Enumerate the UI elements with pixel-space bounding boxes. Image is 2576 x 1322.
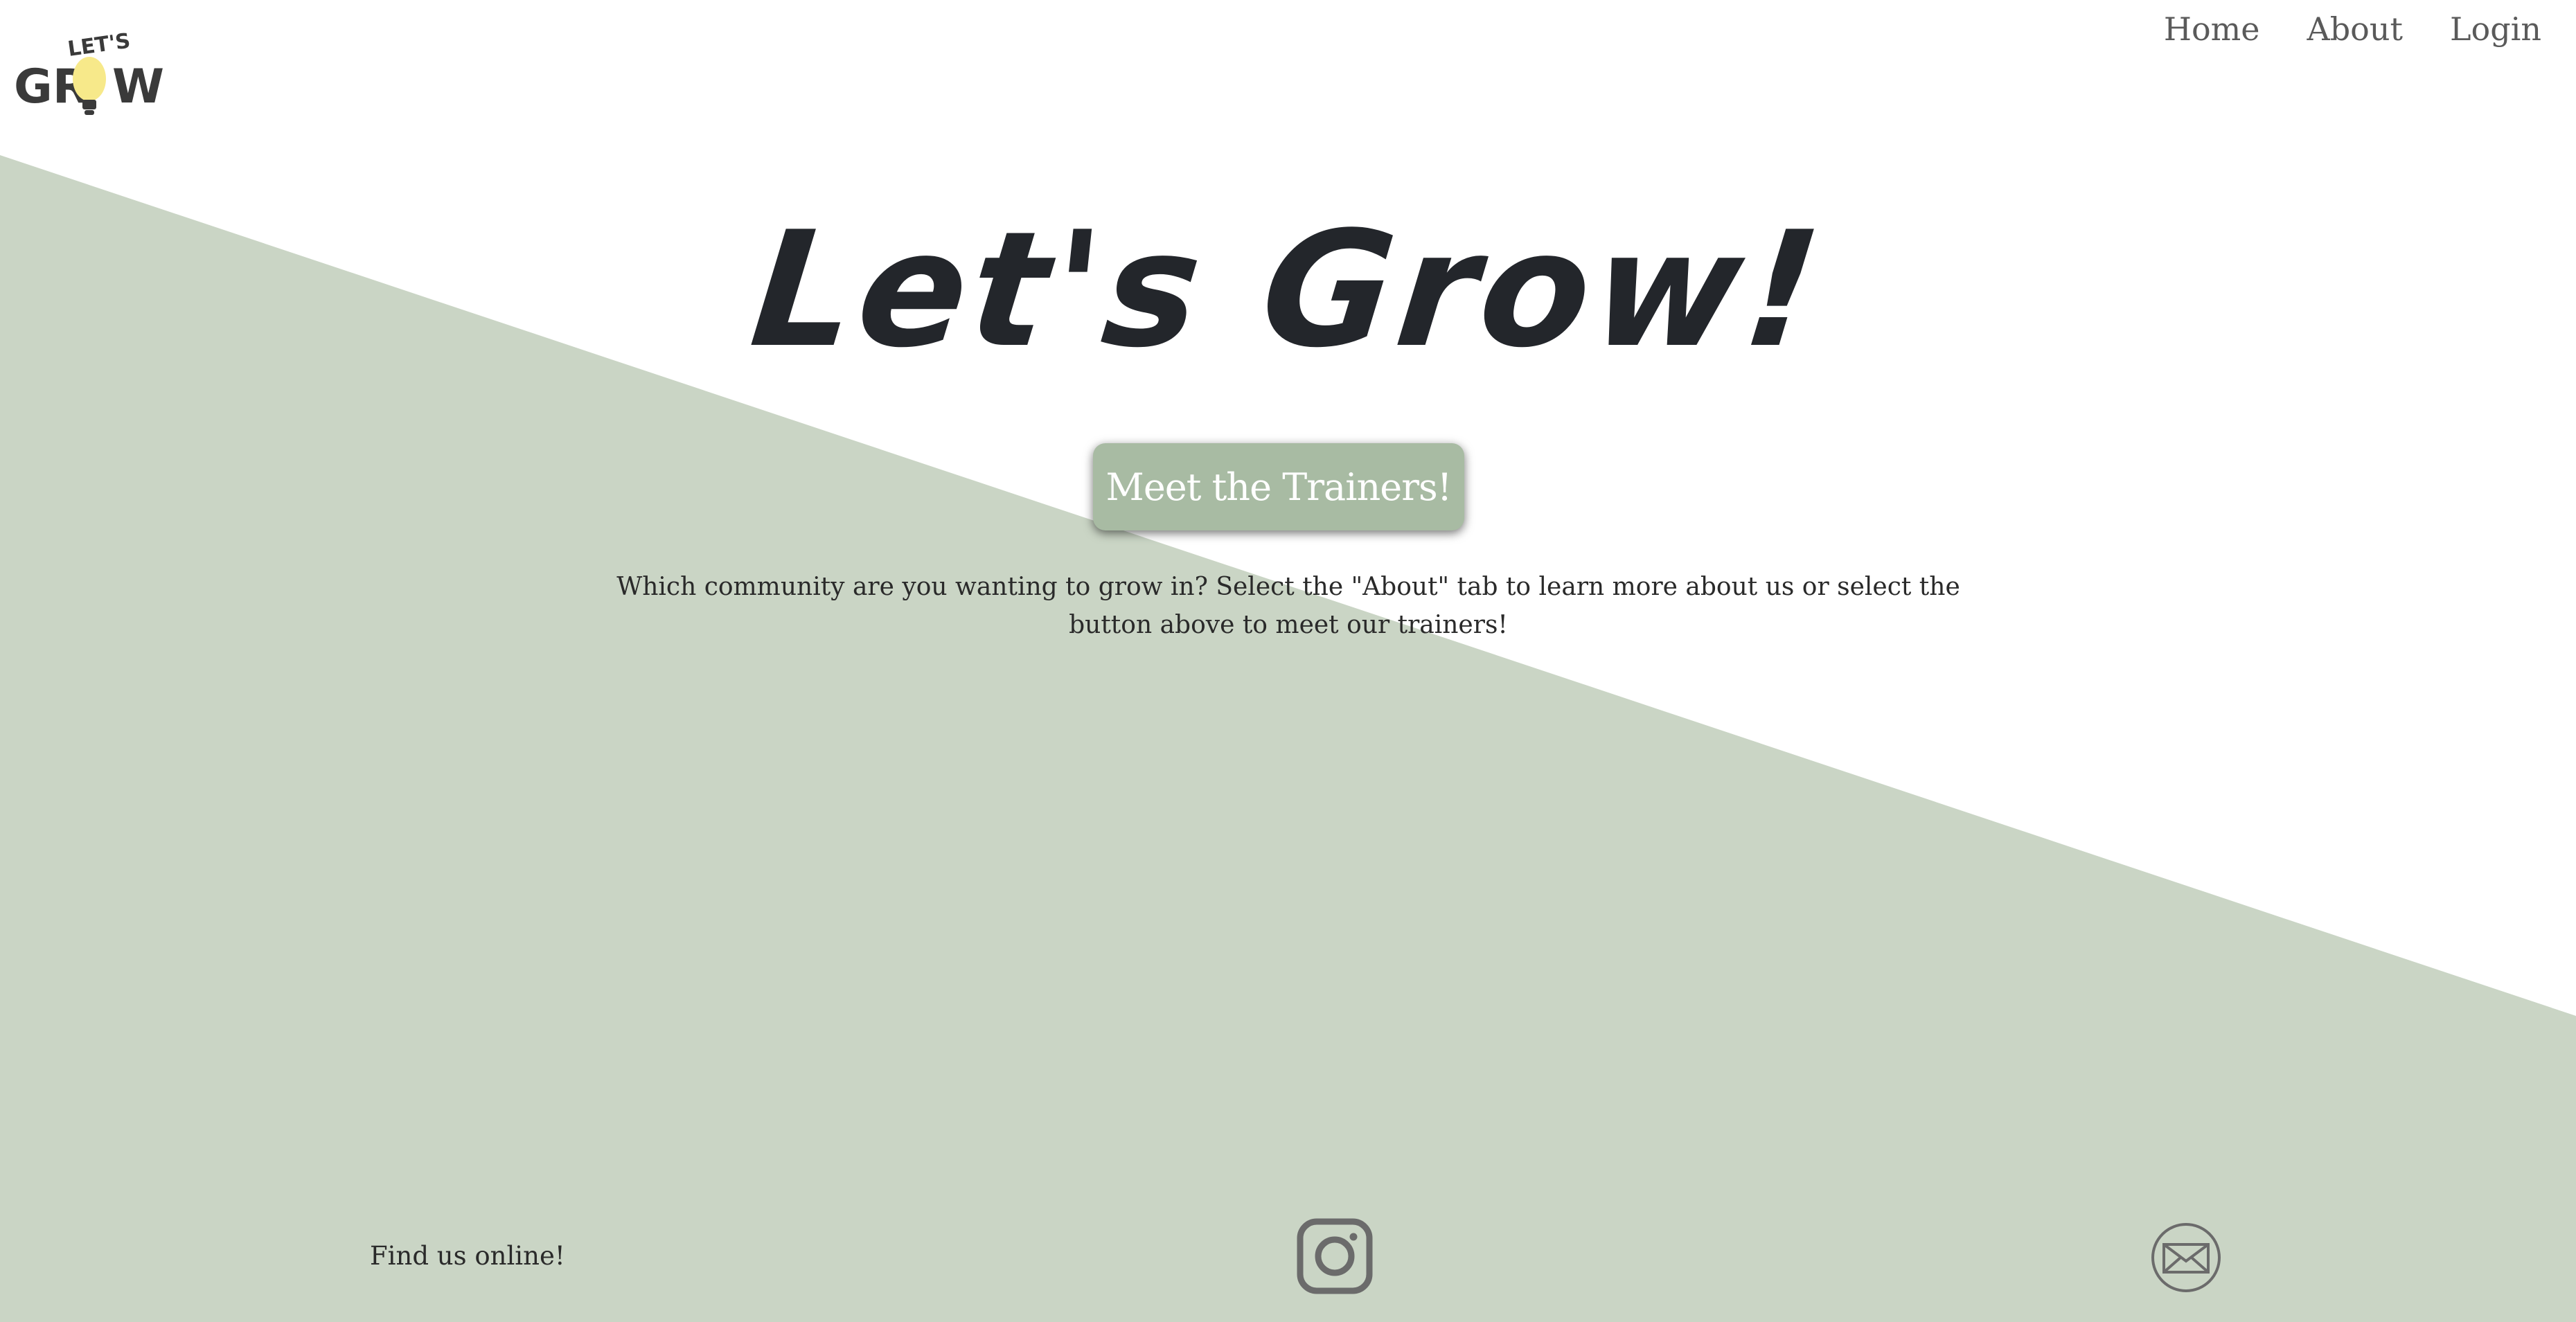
main-nav: Home About Login [2164,10,2541,48]
instagram-icon[interactable] [1297,1218,1373,1294]
logo-main-text-right: W [112,60,164,114]
logo-graphic: LET'S GR W [14,29,164,115]
hero-description: Which community are you wanting to grow … [616,573,1960,639]
logo-top-text: LET'S [66,29,132,62]
logo[interactable]: LET'S GR W [14,28,164,132]
mail-icon[interactable] [2150,1222,2222,1294]
meet-trainers-button[interactable]: Meet the Trainers! [1093,443,1464,530]
nav-about-link[interactable]: About [2307,10,2402,48]
nav-home-link[interactable]: Home [2164,10,2260,48]
find-us-online-text: Find us online! [370,1241,565,1271]
hero-title: Let's Grow! [743,198,1833,383]
nav-login-link[interactable]: Login [2450,10,2541,48]
